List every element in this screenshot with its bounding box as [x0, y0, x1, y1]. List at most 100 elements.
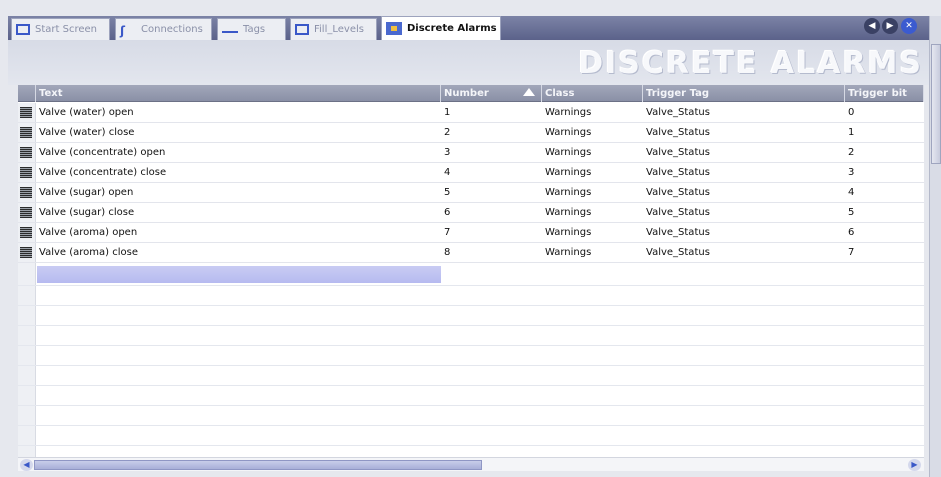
cell-trigger-tag[interactable]: Valve_Status — [643, 223, 845, 243]
cell-text[interactable]: Valve (water) open — [36, 103, 441, 123]
cell-trigger-bit[interactable]: 7 — [845, 243, 924, 263]
cell-trigger-bit[interactable]: 4 — [845, 183, 924, 203]
cell-class[interactable]: Warnings — [542, 223, 643, 243]
sort-ascending-icon — [523, 88, 535, 96]
editor-banner: DISCRETE ALARMS — [8, 40, 933, 85]
cell-trigger-bit[interactable]: 2 — [845, 143, 924, 163]
vertical-scrollbar[interactable] — [929, 16, 941, 477]
cell-trigger-tag[interactable]: Valve_Status — [643, 103, 845, 123]
cell-number[interactable]: 4 — [441, 163, 542, 183]
tab-label: Start Screen — [35, 24, 97, 35]
cell-trigger-tag[interactable]: Valve_Status — [643, 203, 845, 223]
grid-line — [18, 345, 924, 346]
row-handle-icon[interactable] — [20, 247, 32, 258]
column-header-trigger-tag[interactable]: Trigger Tag — [643, 85, 845, 102]
table-row[interactable]: Valve (aroma) close 8 Warnings Valve_Status… — [18, 243, 924, 263]
grid-line — [18, 405, 924, 406]
prev-editor-icon[interactable]: ◀ — [864, 18, 880, 34]
grid-line — [18, 385, 924, 386]
row-handle-icon[interactable] — [20, 207, 32, 218]
cell-class[interactable]: Warnings — [542, 123, 643, 143]
column-header-number[interactable]: Number — [441, 85, 542, 102]
cell-text[interactable]: Valve (sugar) open — [36, 183, 441, 203]
cell-number[interactable]: 6 — [441, 203, 542, 223]
tab-tags[interactable]: Tags — [217, 18, 286, 40]
cell-text[interactable]: Valve (sugar) close — [36, 203, 441, 223]
cell-number[interactable]: 1 — [441, 103, 542, 123]
tab-connections[interactable]: ʃ Connections — [115, 18, 212, 40]
table-row[interactable]: Valve (sugar) close 6 Warnings Valve_Status… — [18, 203, 924, 223]
page-title: DISCRETE ALARMS — [578, 46, 923, 81]
cell-trigger-tag[interactable]: Valve_Status — [643, 163, 845, 183]
tab-start-screen[interactable]: Start Screen — [11, 18, 110, 40]
grid-line — [18, 365, 924, 366]
grid-line — [18, 425, 924, 426]
cell-class[interactable]: Warnings — [542, 103, 643, 123]
tab-label: Tags — [243, 24, 266, 35]
grid-line — [18, 305, 924, 306]
grid-line — [18, 445, 924, 446]
row-handle-icon[interactable] — [20, 227, 32, 238]
cell-trigger-tag[interactable]: Valve_Status — [643, 243, 845, 263]
cell-number[interactable]: 8 — [441, 243, 542, 263]
cell-class[interactable]: Warnings — [542, 163, 643, 183]
row-handle-icon[interactable] — [20, 107, 32, 118]
row-header-corner[interactable] — [18, 85, 36, 102]
table-row[interactable]: Valve (concentrate) close 4 Warnings Valve_… — [18, 163, 924, 183]
cell-trigger-bit[interactable]: 1 — [845, 123, 924, 143]
table-row[interactable]: Valve (aroma) open 7 Warnings Valve_Status 6 — [18, 223, 924, 243]
cell-text[interactable]: Valve (aroma) open — [36, 223, 441, 243]
row-handle-icon[interactable] — [20, 187, 32, 198]
cell-number[interactable]: 5 — [441, 183, 542, 203]
cell-number[interactable]: 7 — [441, 223, 542, 243]
cell-class[interactable]: Warnings — [542, 183, 643, 203]
tab-label: Fill_Levels — [314, 24, 364, 35]
cell-trigger-bit[interactable]: 6 — [845, 223, 924, 243]
cell-text[interactable]: Valve (concentrate) open — [36, 143, 441, 163]
column-label: Number — [444, 88, 489, 99]
cell-trigger-bit[interactable]: 0 — [845, 103, 924, 123]
cell-number[interactable]: 3 — [441, 143, 542, 163]
scroll-left-icon[interactable]: ◀ — [20, 459, 33, 471]
column-header-trigger-bit[interactable]: Trigger bit — [845, 85, 924, 102]
tags-icon — [222, 27, 238, 33]
table-row[interactable]: Valve (concentrate) open 3 Warnings Valve_S… — [18, 143, 924, 163]
grid-line — [18, 285, 924, 286]
alarm-editor-icon — [386, 22, 402, 35]
row-handle-icon[interactable] — [20, 147, 32, 158]
cell-class[interactable]: Warnings — [542, 243, 643, 263]
table-row[interactable]: Valve (sugar) open 5 Warnings Valve_Status 4 — [18, 183, 924, 203]
table-row[interactable]: Valve (water) close 2 Warnings Valve_Status… — [18, 123, 924, 143]
cell-trigger-tag[interactable]: Valve_Status — [643, 143, 845, 163]
scroll-right-icon[interactable]: ▶ — [908, 459, 921, 471]
tab-label: Connections — [141, 24, 203, 35]
cell-text[interactable]: Valve (aroma) close — [36, 243, 441, 263]
screen-icon — [16, 24, 30, 35]
cell-trigger-bit[interactable]: 5 — [845, 203, 924, 223]
horizontal-scroll-thumb[interactable] — [34, 460, 482, 470]
cell-text[interactable]: Valve (water) close — [36, 123, 441, 143]
row-handle-icon[interactable] — [20, 167, 32, 178]
discrete-alarms-editor: Start Screen ʃ Connections Tags Fill_Lev… — [0, 0, 941, 477]
cell-text[interactable]: Valve (concentrate) close — [36, 163, 441, 183]
cell-trigger-tag[interactable]: Valve_Status — [643, 183, 845, 203]
row-handle-icon[interactable] — [20, 127, 32, 138]
cell-class[interactable]: Warnings — [542, 143, 643, 163]
table-row[interactable]: Valve (water) open 1 Warnings Valve_Status 0 — [18, 103, 924, 123]
tab-fill-levels[interactable]: Fill_Levels — [290, 18, 377, 40]
column-header-class[interactable]: Class — [542, 85, 643, 102]
close-editor-icon[interactable]: ✕ — [901, 18, 917, 34]
tab-label: Discrete Alarms — [407, 23, 497, 34]
screen-icon — [295, 24, 309, 35]
new-row-selection[interactable] — [37, 266, 441, 283]
vertical-scroll-thumb[interactable] — [931, 44, 941, 164]
cell-trigger-bit[interactable]: 3 — [845, 163, 924, 183]
cell-number[interactable]: 2 — [441, 123, 542, 143]
tab-discrete-alarms[interactable]: Discrete Alarms — [381, 16, 501, 40]
table-header: Text Number Class Trigger Tag Trigger bi… — [18, 85, 924, 102]
cell-class[interactable]: Warnings — [542, 203, 643, 223]
next-editor-icon[interactable]: ▶ — [882, 18, 898, 34]
column-header-text[interactable]: Text — [36, 85, 441, 102]
horizontal-scrollbar[interactable]: ◀ ▶ — [18, 457, 924, 471]
cell-trigger-tag[interactable]: Valve_Status — [643, 123, 845, 143]
